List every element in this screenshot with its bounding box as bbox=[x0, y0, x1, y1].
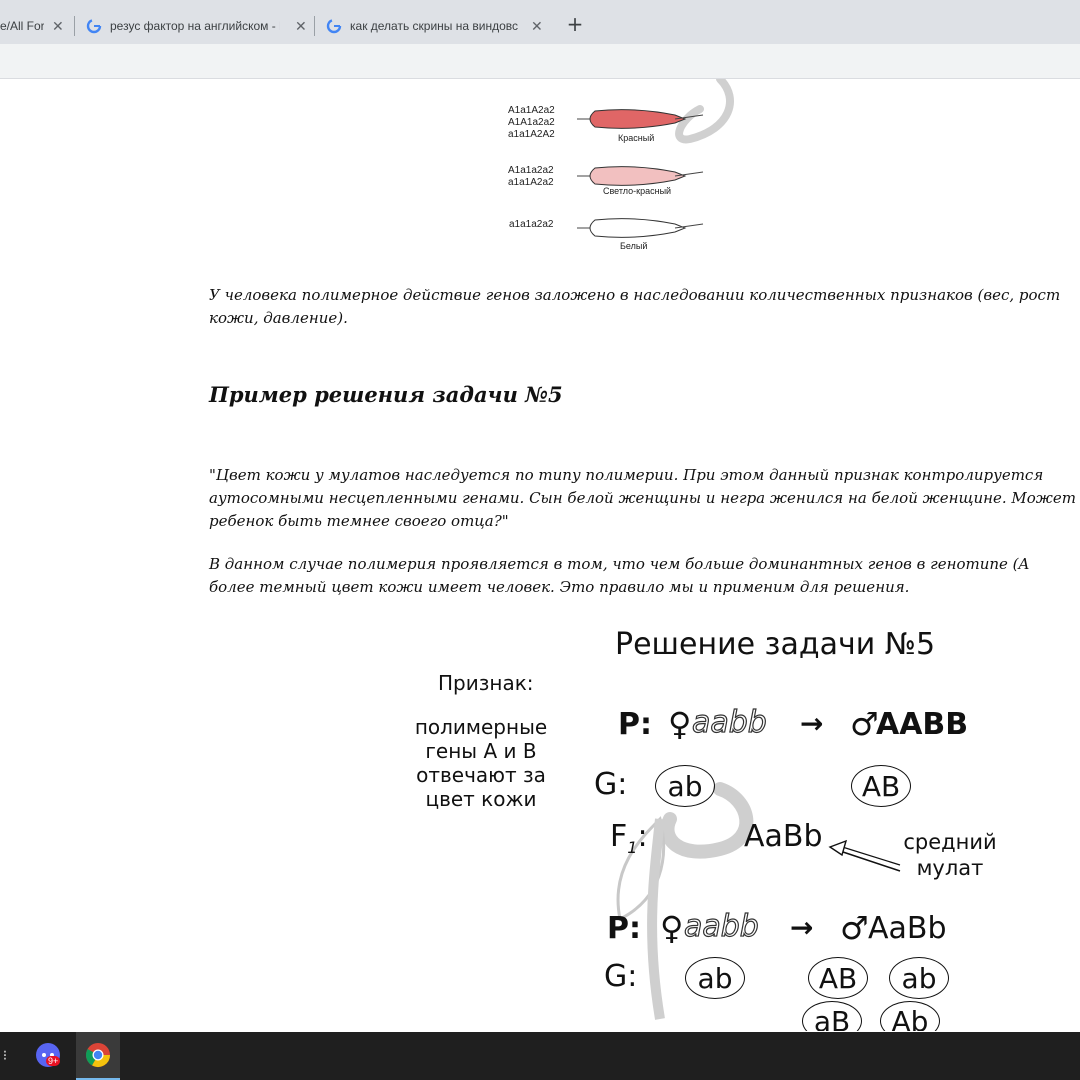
wheat-ear-icon bbox=[577, 109, 704, 129]
gamete-oval: aB bbox=[802, 1001, 862, 1031]
tab-title: резус фактор на английском - П bbox=[110, 19, 280, 33]
gamete-oval: ab bbox=[685, 957, 745, 999]
mulatto-label: средний мулат bbox=[903, 830, 997, 880]
wheat-caption: Красный bbox=[618, 133, 655, 143]
taskbar-edge: ⁝ bbox=[2, 1048, 8, 1064]
male-sign-icon: ♂ bbox=[840, 909, 869, 947]
male-genotype: AaBb bbox=[868, 911, 947, 946]
tab-title: e/All For bbox=[0, 19, 44, 33]
p-label: P: bbox=[618, 707, 652, 742]
windows-taskbar: ⁝ 9+ bbox=[0, 1032, 1080, 1080]
chrome-taskbar-button[interactable] bbox=[76, 1032, 120, 1080]
arrow-icon: → bbox=[800, 707, 824, 740]
gamete-oval: AB bbox=[808, 957, 868, 999]
male-genotype: AABB bbox=[876, 707, 969, 742]
tab-separator bbox=[74, 16, 75, 36]
female-genotype: aabb bbox=[683, 908, 759, 944]
paragraph-polymery-human: У человека полимерное действие генов зал… bbox=[209, 286, 1061, 327]
trait-text: полимерные гены А и В отвечают за цвет к… bbox=[414, 715, 548, 811]
f1-colon: : bbox=[637, 819, 648, 854]
g-label: G: bbox=[604, 959, 638, 994]
paragraph-problem-statement: "Цвет кожи у мулатов наследуется по типу… bbox=[209, 466, 1076, 530]
female-genotype: aabb bbox=[691, 704, 767, 740]
male-sign-icon: ♂ bbox=[850, 705, 879, 743]
chrome-icon bbox=[85, 1043, 110, 1068]
gamete-oval: ab bbox=[655, 765, 715, 807]
browser-tab-3[interactable]: как делать скрины на виндовс 7 ✕ bbox=[326, 8, 551, 44]
tab-title: как делать скрины на виндовс 7 bbox=[350, 19, 520, 33]
p-label: P: bbox=[607, 911, 641, 946]
google-icon bbox=[326, 18, 342, 34]
browser-toolbar bbox=[0, 44, 1080, 79]
trait-label: Признак: bbox=[438, 671, 534, 695]
arrow-icon: → bbox=[790, 911, 814, 944]
discord-taskbar-button[interactable]: 9+ bbox=[26, 1032, 72, 1080]
wheat-caption: Светло-красный bbox=[603, 186, 672, 196]
f1-letter: F bbox=[610, 819, 628, 854]
gamete-oval: Ab bbox=[880, 1001, 940, 1031]
solution-title: Решение задачи №5 bbox=[615, 627, 936, 662]
female-sign-icon: ♀ bbox=[660, 909, 684, 947]
new-tab-button[interactable]: + bbox=[564, 12, 586, 36]
g-label: G: bbox=[594, 767, 628, 802]
browser-tab-2[interactable]: резус фактор на английском - П ✕ bbox=[86, 8, 311, 44]
close-icon[interactable]: ✕ bbox=[295, 18, 307, 35]
gamete-oval: ab bbox=[889, 957, 949, 999]
wheat-caption: Белый bbox=[620, 241, 648, 251]
pointer-arrow-icon bbox=[828, 839, 901, 872]
browser-tab-bar: e/All For ✕ резус фактор на английском -… bbox=[0, 0, 1080, 44]
f1-genotype: AaBb bbox=[744, 819, 823, 854]
web-page: A1a1A2a2 A1A1a2a2 a1a1A2A2 Красный A1a1a… bbox=[0, 79, 1080, 1031]
f1-label: F1: bbox=[610, 819, 648, 857]
gamete-oval: AB bbox=[851, 765, 911, 807]
female-sign-icon: ♀ bbox=[668, 705, 692, 743]
wheat-ear-icon bbox=[577, 218, 704, 238]
close-icon[interactable]: ✕ bbox=[531, 18, 543, 35]
browser-tab-1[interactable]: e/All For ✕ bbox=[0, 8, 70, 44]
close-icon[interactable]: ✕ bbox=[52, 18, 64, 35]
f1-subscript: 1 bbox=[627, 838, 638, 857]
genotype-list: a1a1a2a2 bbox=[509, 219, 554, 230]
genotype-list: A1a1A2a2 A1A1a2a2 a1a1A2A2 bbox=[508, 105, 555, 140]
genotype-list: A1a1a2a2 a1a1A2a2 bbox=[508, 165, 554, 188]
section-heading: Пример решения задачи №5 bbox=[209, 382, 563, 407]
notification-badge: 9+ bbox=[46, 1056, 61, 1066]
paragraph-explanation: В данном случае полимерия проявляется в … bbox=[209, 555, 1030, 596]
tab-separator bbox=[314, 16, 315, 36]
google-icon bbox=[86, 18, 102, 34]
